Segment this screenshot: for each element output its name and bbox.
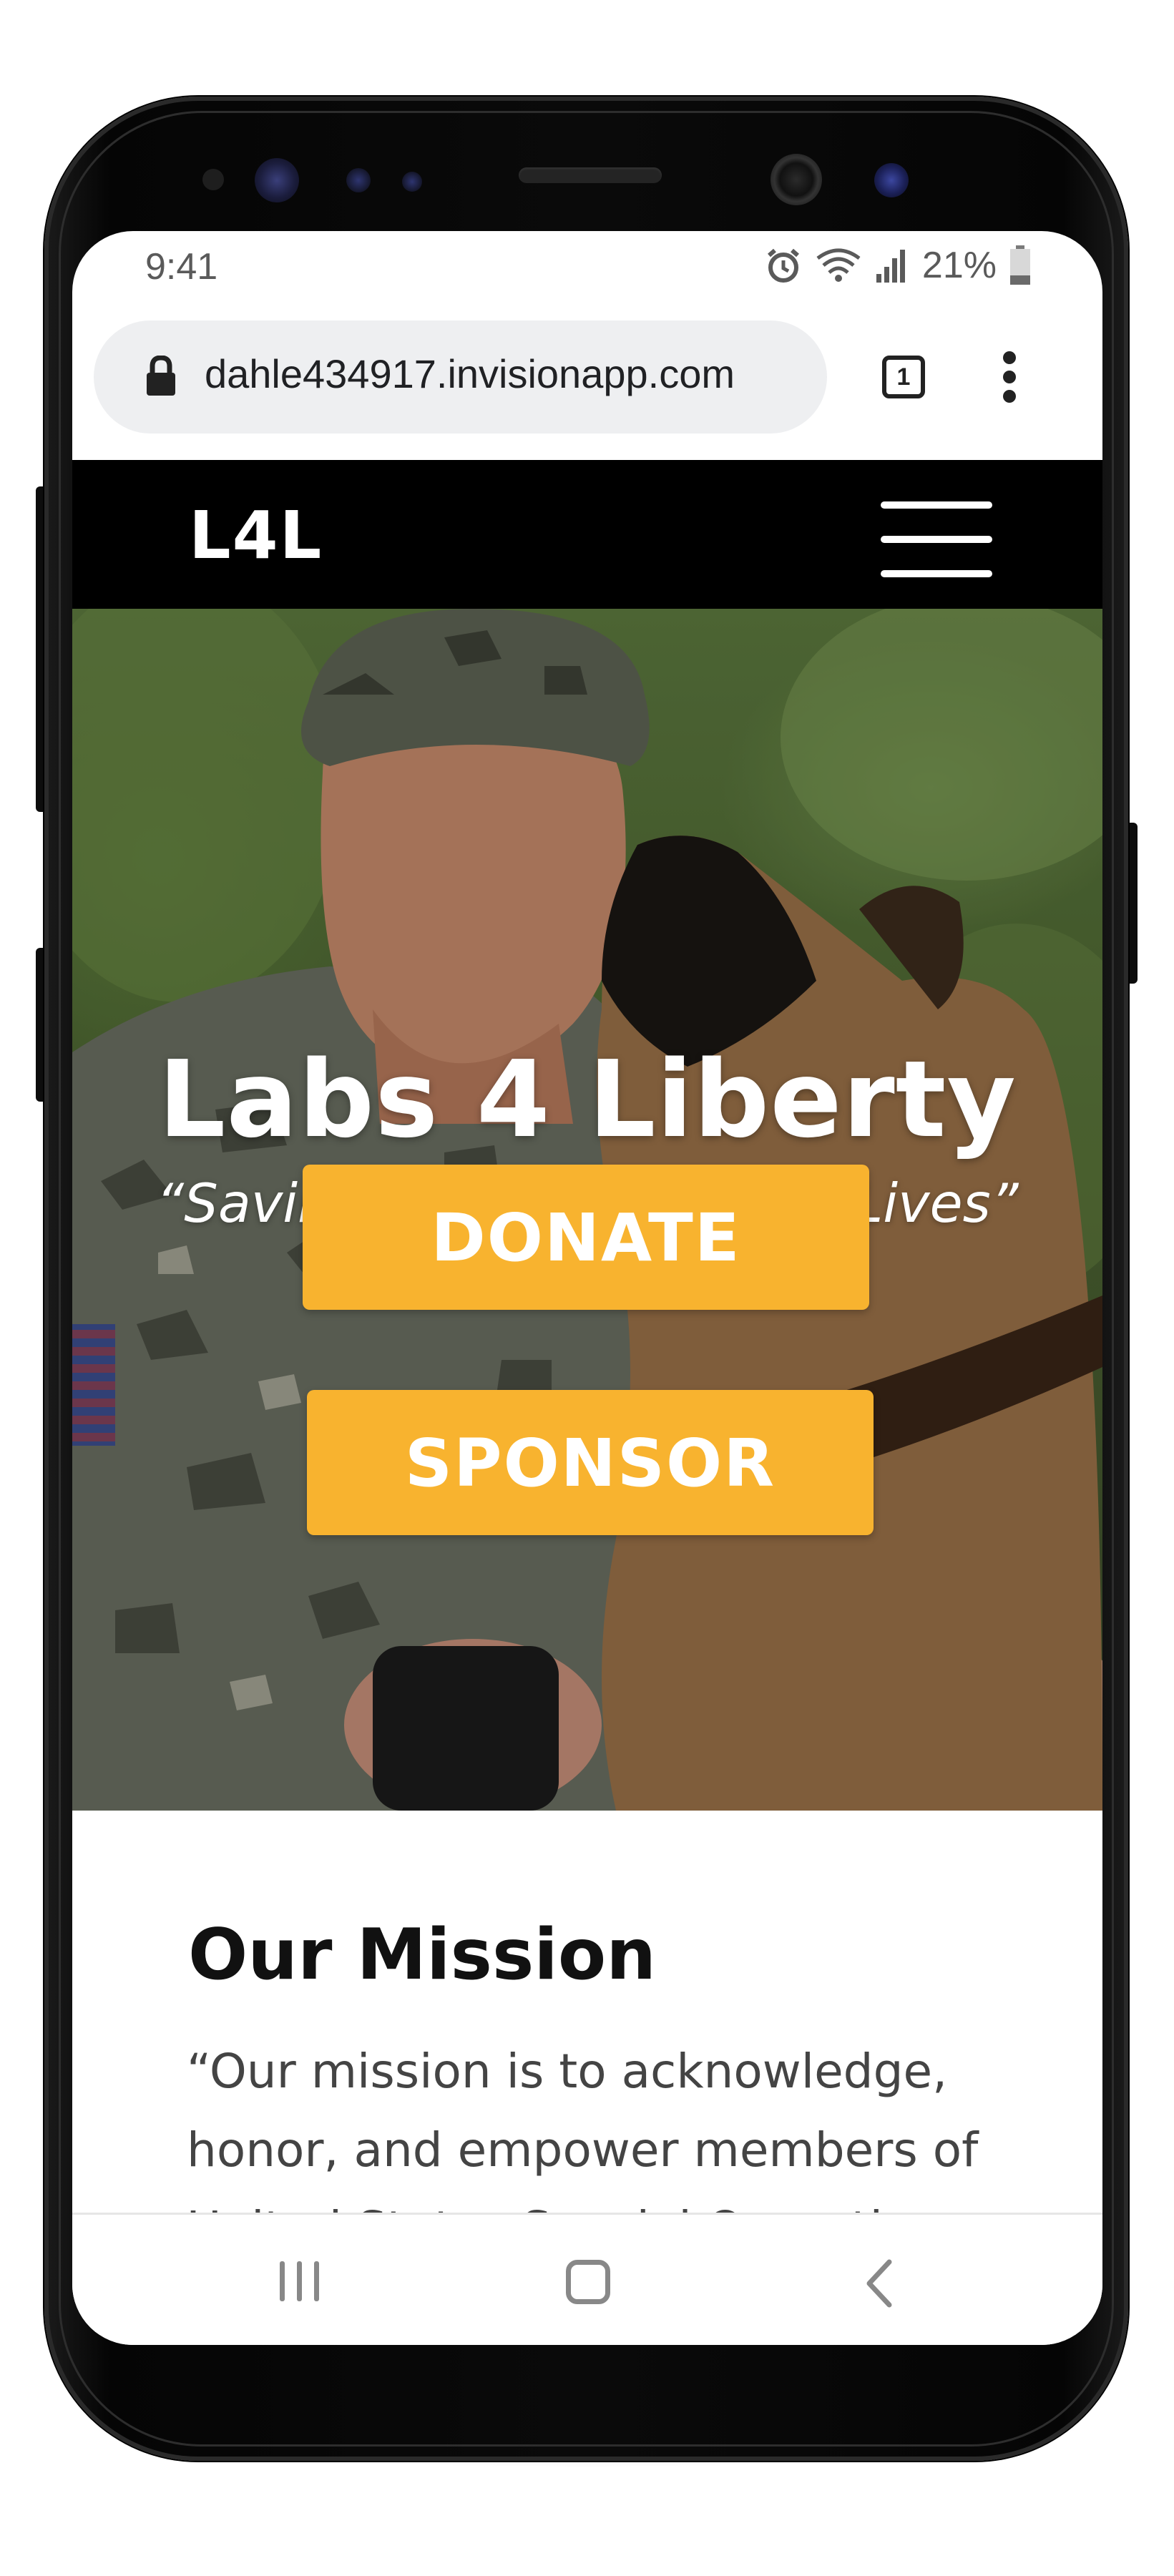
phone-screen: 9:41 21% dahle434917.invisionapp.com 1 L… [72, 231, 1102, 2345]
battery-percent: 21% [921, 245, 997, 286]
earpiece-speaker [519, 167, 662, 183]
tab-switcher-button[interactable]: 1 [882, 356, 925, 398]
site-header: L4L [72, 460, 1102, 609]
status-time: 9:41 [145, 246, 218, 288]
status-bar: 9:41 21% [72, 231, 1102, 295]
back-icon[interactable] [865, 2259, 894, 2308]
address-bar[interactable]: dahle434917.invisionapp.com [94, 320, 827, 434]
android-navigation-bar [72, 2213, 1102, 2345]
mission-heading: Our Mission [188, 1914, 656, 1996]
recents-icon[interactable] [280, 2261, 323, 2304]
more-vert-icon[interactable] [1001, 351, 1018, 403]
url-text[interactable]: dahle434917.invisionapp.com [205, 351, 820, 408]
signal-icon [876, 250, 905, 283]
battery-icon [1010, 245, 1030, 285]
hero-title: Labs 4 Liberty [158, 1038, 1017, 1161]
iris-scanner [255, 158, 299, 202]
front-camera [771, 154, 822, 205]
light-sensor [346, 168, 371, 192]
proximity-sensor [202, 169, 224, 190]
iris-camera [874, 163, 909, 197]
alarm-icon [767, 248, 799, 283]
status-icons: 21% [765, 245, 1031, 286]
sponsor-button[interactable]: SPONSOR [307, 1390, 874, 1535]
lock-icon [147, 356, 175, 396]
site-logo[interactable]: L4L [189, 503, 323, 569]
wifi-icon [816, 248, 861, 282]
home-icon[interactable] [566, 2260, 610, 2304]
hamburger-menu-icon[interactable] [881, 501, 992, 577]
light-sensor-2 [402, 172, 422, 192]
donate-button[interactable]: DONATE [303, 1165, 869, 1310]
